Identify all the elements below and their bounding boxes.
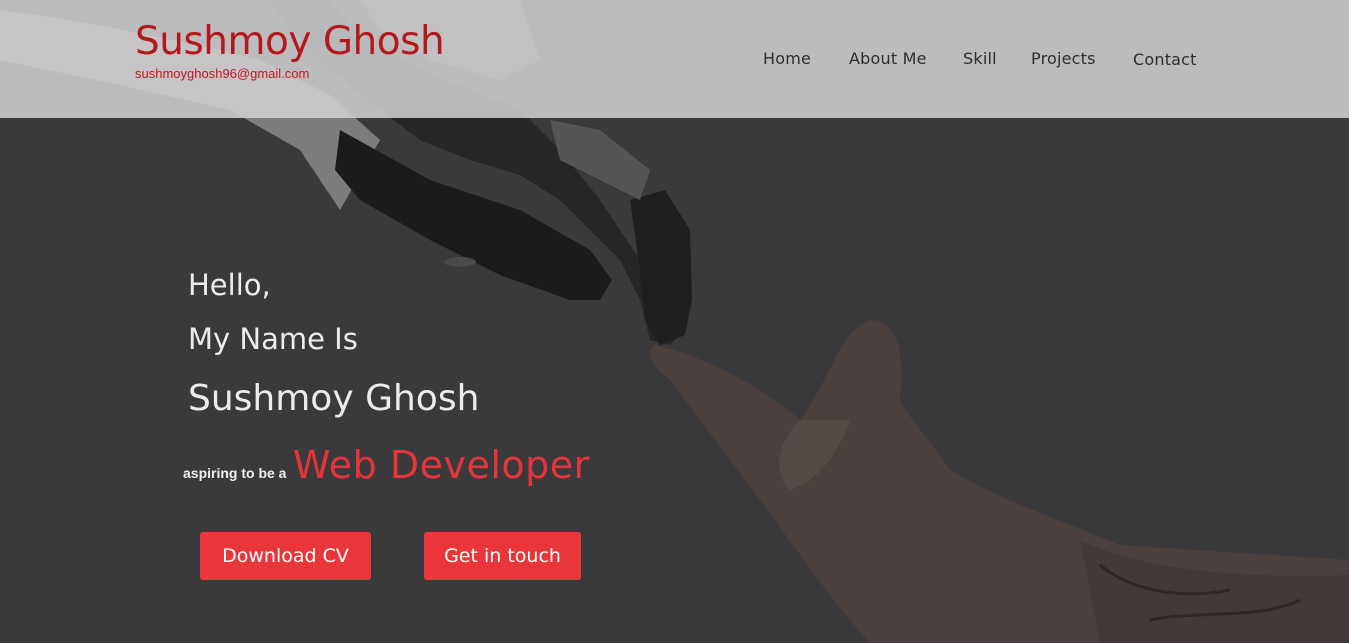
main-nav: Home About Me Skill Projects Contact <box>0 0 1349 118</box>
nav-item-contact[interactable]: Contact <box>1133 50 1197 69</box>
hero-tagline: aspiring to be a Web Developer <box>183 443 590 487</box>
hero-name: Sushmoy Ghosh <box>188 378 480 419</box>
site-header: Sushmoy Ghosh sushmoyghosh96@gmail.com H… <box>0 0 1349 118</box>
nav-item-skill[interactable]: Skill <box>963 49 997 68</box>
tagline-role: Web Developer <box>292 443 590 487</box>
hero-greeting-line1: Hello, <box>188 268 271 302</box>
tagline-prefix: aspiring to be a <box>183 465 287 481</box>
nav-item-projects[interactable]: Projects <box>1031 49 1096 68</box>
get-in-touch-button[interactable]: Get in touch <box>424 532 581 580</box>
nav-item-about-me[interactable]: About Me <box>849 49 927 68</box>
nav-item-home[interactable]: Home <box>763 49 811 68</box>
download-cv-button[interactable]: Download CV <box>200 532 371 580</box>
hero-greeting-line2: My Name Is <box>188 322 358 356</box>
